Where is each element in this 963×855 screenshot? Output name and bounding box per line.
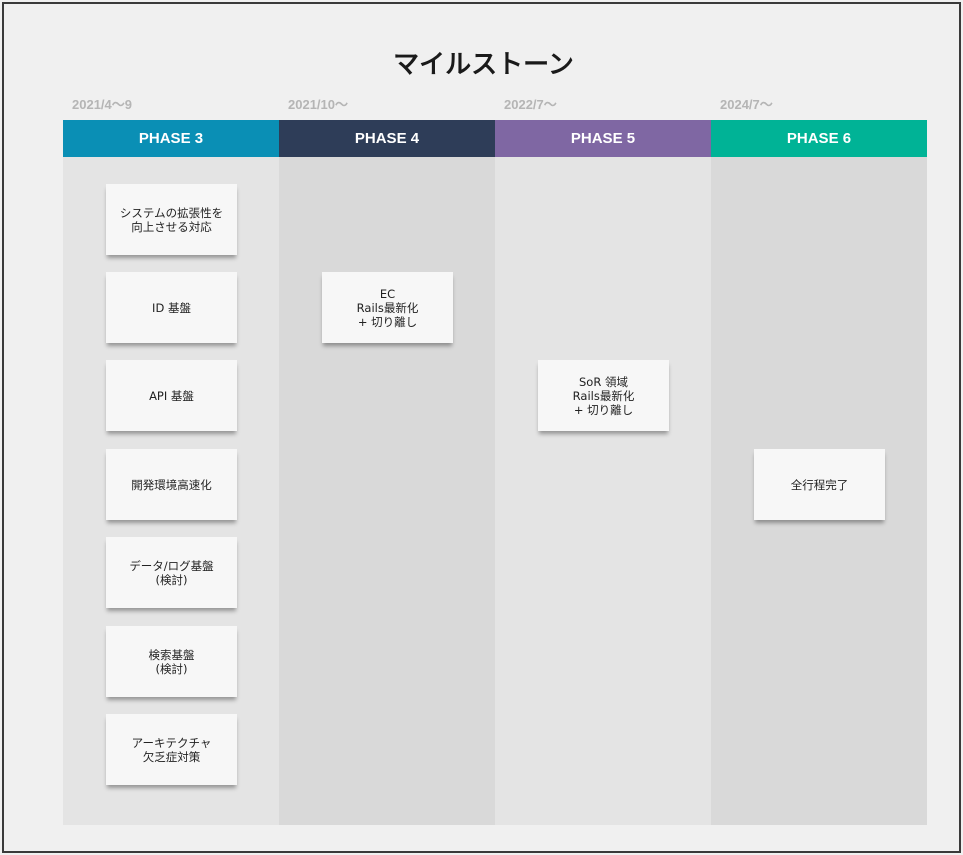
diagram-title: マイルストーン [393, 50, 574, 80]
phase5-header: PHASE 5 [495, 120, 711, 157]
sticky-note[interactable]: 開発環境高速化 [106, 449, 237, 520]
sticky-note[interactable]: ID 基盤 [106, 272, 237, 343]
phase4-column: PHASE 4 [279, 120, 495, 825]
sticky-note[interactable]: アーキテクチャ 欠乏症対策 [106, 714, 237, 785]
phase4-header: PHASE 4 [279, 120, 495, 157]
phase3-header: PHASE 3 [63, 120, 279, 157]
date-label-phase5: 2022/7〜 [504, 97, 557, 112]
sticky-note[interactable]: EC Rails最新化 + 切り離し [322, 272, 453, 343]
date-label-phase3: 2021/4〜9 [72, 97, 132, 112]
date-label-phase6: 2024/7〜 [720, 97, 773, 112]
sticky-note[interactable]: システムの拡張性を 向上させる対応 [106, 184, 237, 255]
sticky-note[interactable]: API 基盤 [106, 360, 237, 431]
sticky-note[interactable]: データ/ログ基盤 (検討) [106, 537, 237, 608]
phase5-column: PHASE 5 [495, 120, 711, 825]
phase6-header: PHASE 6 [711, 120, 927, 157]
sticky-note[interactable]: 全行程完了 [754, 449, 885, 520]
sticky-note[interactable]: 検索基盤 (検討) [106, 626, 237, 697]
date-label-phase4: 2021/10〜 [288, 97, 348, 112]
sticky-note[interactable]: SoR 領域 Rails最新化 + 切り離し [538, 360, 669, 431]
